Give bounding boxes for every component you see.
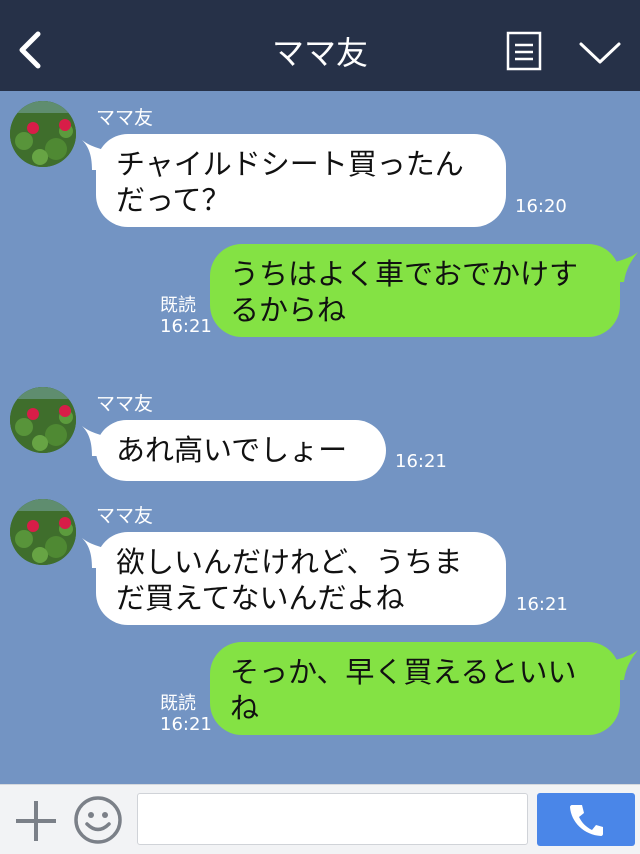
- message-text-line: チャイルドシート買ったん: [116, 147, 464, 181]
- message-text-line: あれ高いでしょー: [116, 433, 348, 467]
- message-time: 16:21: [516, 594, 568, 615]
- sender-name: ママ友: [96, 505, 154, 527]
- message-input[interactable]: [137, 793, 528, 845]
- message-text-line: そっか、早く買えるといい: [230, 655, 577, 689]
- chat-header: ママ友: [0, 0, 640, 91]
- message-time: 16:21: [160, 714, 212, 735]
- message-input-bar: [0, 784, 640, 854]
- avatar-flower-image: [10, 387, 76, 453]
- avatar[interactable]: [10, 499, 76, 565]
- chat-title: ママ友: [271, 34, 368, 72]
- smiley-icon[interactable]: [73, 795, 123, 845]
- read-receipt: 既読: [160, 295, 196, 316]
- call-button[interactable]: [537, 793, 635, 846]
- sender-name: ママ友: [96, 107, 154, 129]
- message-bubble[interactable]: そっか、早く買えるといい ね: [210, 642, 620, 735]
- sender-name: ママ友: [96, 393, 154, 415]
- message-text-line: だ買えてないんだよね: [116, 581, 405, 615]
- message-time: 16:21: [395, 451, 447, 472]
- message-bubble[interactable]: あれ高いでしょー: [96, 420, 386, 481]
- avatar-flower-image: [10, 101, 76, 167]
- avatar[interactable]: [10, 387, 76, 453]
- message-text-line: 欲しいんだけれど、うちま: [116, 545, 463, 579]
- message-text-line: だって？: [116, 183, 231, 217]
- message-bubble[interactable]: うちはよく車でおでかけす るからね: [210, 244, 620, 337]
- avatar-flower-image: [10, 499, 76, 565]
- message-text-line: るからね: [230, 293, 347, 327]
- message-bubble[interactable]: 欲しいんだけれど、うちま だ買えてないんだよね: [96, 532, 506, 625]
- message-text-line: うちはよく車でおでかけす: [230, 257, 579, 291]
- read-receipt: 既読: [160, 693, 196, 714]
- message-bubble[interactable]: チャイルドシート買ったん だって？: [96, 134, 506, 227]
- chevron-down-icon[interactable]: [578, 40, 622, 66]
- avatar[interactable]: [10, 101, 76, 167]
- message-time: 16:21: [160, 316, 212, 337]
- message-time: 16:20: [515, 196, 567, 217]
- plus-icon[interactable]: [14, 799, 58, 843]
- notes-icon[interactable]: [506, 31, 542, 71]
- message-text-line: ね: [230, 691, 260, 725]
- phone-icon: [570, 805, 603, 836]
